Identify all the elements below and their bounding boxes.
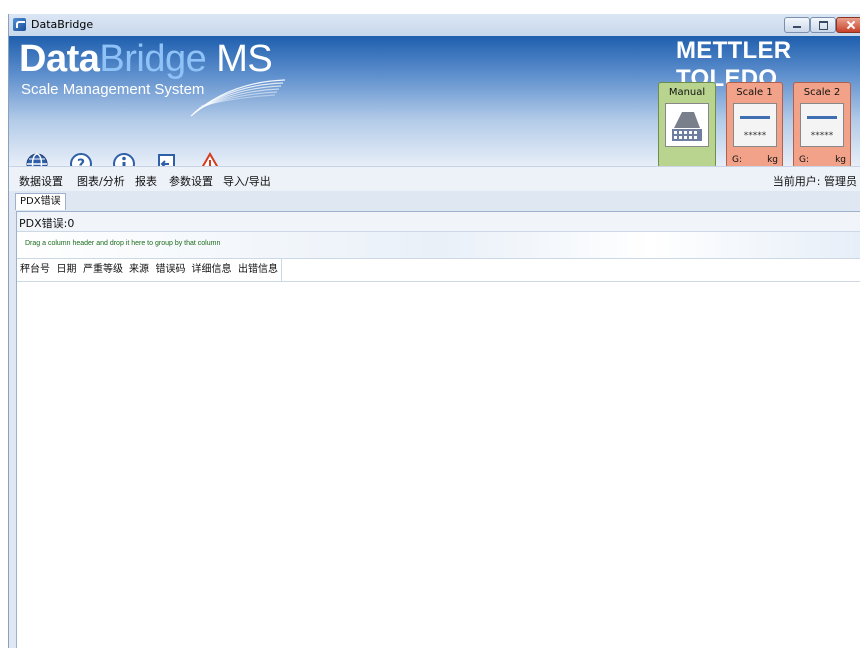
scale-1-display: ***** <box>733 103 777 147</box>
column-header-details[interactable]: 详细信息 <box>188 259 235 281</box>
menu-import-export[interactable]: 导入/导出 <box>223 173 271 189</box>
main-window: DataBridge DataBridge MS Scale Managemen… <box>8 14 860 648</box>
scale-platform-icon <box>807 116 837 119</box>
menu-data-settings[interactable]: 数据设置 <box>19 173 63 189</box>
group-by-panel[interactable]: Drag a column header and drop it here to… <box>17 232 860 259</box>
column-header-source[interactable]: 来源 <box>125 259 153 281</box>
scale-card-1[interactable]: Scale 1 ***** G: kg <box>726 82 783 168</box>
scale-platform-icon <box>740 116 770 119</box>
scale-2-display: ***** <box>800 103 844 147</box>
error-grid-panel: PDX错误:0 Drag a column header and drop it… <box>16 211 860 648</box>
minimize-button[interactable] <box>784 17 810 33</box>
column-header-error-info[interactable]: 出错信息 <box>234 259 282 281</box>
close-button[interactable] <box>836 17 860 33</box>
window-title: DataBridge <box>31 18 94 31</box>
swoosh-graphic <box>190 79 286 117</box>
column-header-severity[interactable]: 严重等级 <box>80 259 126 281</box>
scale-card-2[interactable]: Scale 2 ***** G: kg <box>793 82 851 168</box>
maximize-button[interactable] <box>810 17 836 33</box>
title-bar: DataBridge <box>9 14 860 37</box>
app-logo: DataBridge MS <box>19 38 273 80</box>
menu-bar: 数据设置 图表/分析 报表 参数设置 导入/导出 当前用户: 管理员 <box>9 166 860 192</box>
header-banner: DataBridge MS Scale Management System ME… <box>9 36 860 175</box>
column-header-date[interactable]: 日期 <box>52 259 81 281</box>
current-user-label: 当前用户: 管理员 <box>772 175 857 188</box>
group-hint-text: Drag a column header and drop it here to… <box>25 240 221 247</box>
manual-keyboard-icon <box>665 103 709 147</box>
column-header-scale-no[interactable]: 秤台号 <box>17 259 53 281</box>
app-subtitle: Scale Management System <box>21 81 205 98</box>
error-count-label: PDX错误:0 <box>19 217 75 230</box>
menu-charts-analysis[interactable]: 图表/分析 <box>77 173 125 189</box>
tab-pdx-errors[interactable]: PDX错误 <box>15 193 66 210</box>
menu-reports[interactable]: 报表 <box>135 173 157 189</box>
menu-parameter-settings[interactable]: 参数设置 <box>169 173 213 189</box>
tab-strip: PDX错误 <box>9 191 860 211</box>
grid-header-bar: PDX错误:0 <box>17 212 860 232</box>
app-icon <box>13 18 26 31</box>
column-header-error-code[interactable]: 错误码 <box>152 259 189 281</box>
scale-card-manual[interactable]: Manual <box>658 82 716 168</box>
column-header-row: 秤台号 日期 严重等级 来源 错误码 详细信息 出错信息 <box>17 259 860 282</box>
